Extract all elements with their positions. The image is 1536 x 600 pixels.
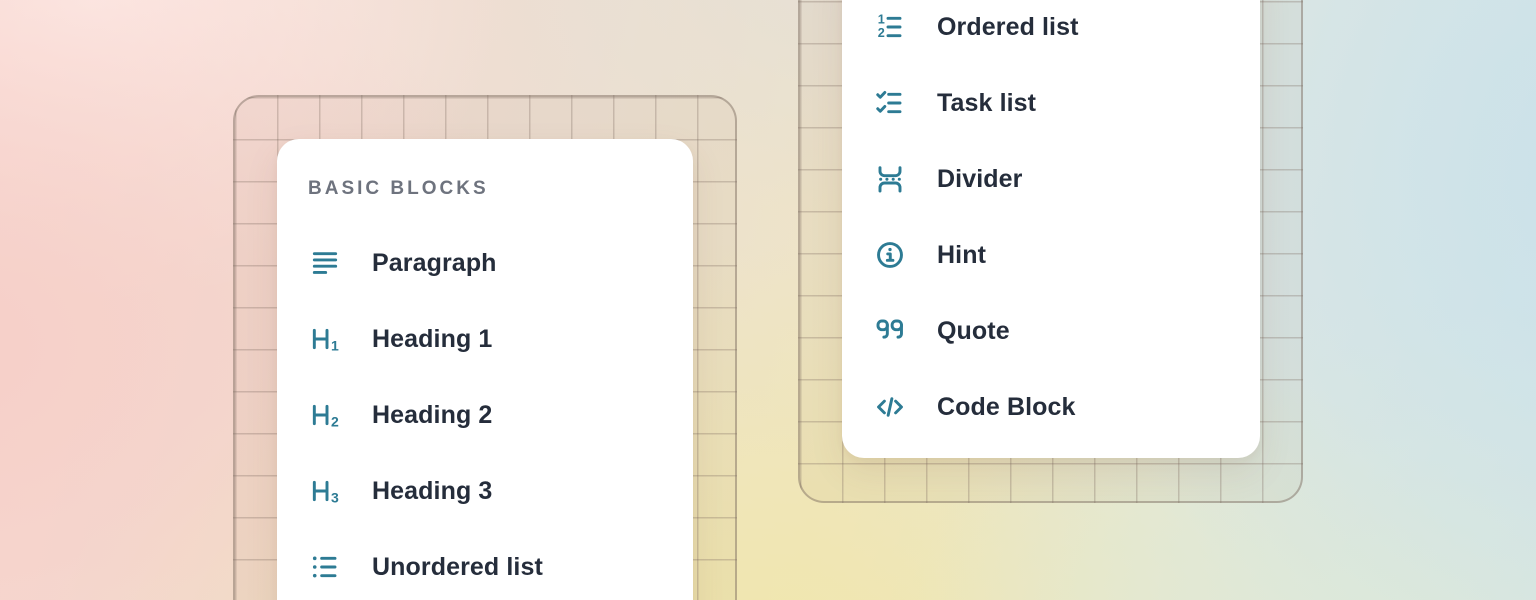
menu-right-items: 12 Ordered list Task list Divider Hint Quote C… <box>842 0 1260 445</box>
code-block-icon <box>873 391 907 423</box>
menu-item-divider[interactable]: Divider <box>842 141 1260 217</box>
menu-item-label: Task list <box>937 89 1036 118</box>
menu-item-quote[interactable]: Quote <box>842 293 1260 369</box>
section-label-basic-blocks: BASIC BLOCKS <box>308 179 693 199</box>
menu-item-unordered-list[interactable]: Unordered list <box>277 529 693 600</box>
block-menu-continued: 12 Ordered list Task list Divider Hint Quote C… <box>842 0 1260 458</box>
menu-item-label: Unordered list <box>372 553 543 582</box>
menu-item-heading-2[interactable]: 2 Heading 2 <box>277 377 693 453</box>
task-list-icon <box>873 87 907 119</box>
svg-text:1: 1 <box>331 337 339 353</box>
unordered-list-icon <box>308 551 342 583</box>
menu-item-label: Code Block <box>937 393 1076 422</box>
svg-text:2: 2 <box>878 26 885 40</box>
menu-item-label: Divider <box>937 165 1022 194</box>
heading-3-icon: 3 <box>308 475 342 507</box>
quote-icon <box>873 315 907 347</box>
menu-item-label: Ordered list <box>937 13 1079 42</box>
ordered-list-icon: 12 <box>873 11 907 43</box>
menu-item-heading-1[interactable]: 1 Heading 1 <box>277 301 693 377</box>
menu-item-hint[interactable]: Hint <box>842 217 1260 293</box>
divider-icon <box>873 163 907 195</box>
menu-item-ordered-list[interactable]: 12 Ordered list <box>842 0 1260 65</box>
menu-left-items: Paragraph 1 Heading 1 2 Heading 2 3 Heading 3 U… <box>277 225 693 600</box>
svg-text:1: 1 <box>878 12 885 26</box>
menu-item-label: Heading 3 <box>372 477 492 506</box>
hint-icon <box>873 239 907 271</box>
menu-item-label: Heading 1 <box>372 325 492 354</box>
menu-item-task-list[interactable]: Task list <box>842 65 1260 141</box>
menu-item-label: Heading 2 <box>372 401 492 430</box>
menu-item-paragraph[interactable]: Paragraph <box>277 225 693 301</box>
svg-text:2: 2 <box>331 413 339 429</box>
menu-item-label: Quote <box>937 317 1010 346</box>
menu-item-code-block[interactable]: Code Block <box>842 369 1260 445</box>
menu-item-label: Paragraph <box>372 249 497 278</box>
block-menu-basic: BASIC BLOCKS Paragraph 1 Heading 1 2 Heading… <box>277 139 693 600</box>
hero-canvas: BASIC BLOCKS Paragraph 1 Heading 1 2 Heading… <box>0 0 1536 600</box>
svg-text:3: 3 <box>331 489 339 505</box>
menu-item-label: Hint <box>937 241 986 270</box>
heading-2-icon: 2 <box>308 399 342 431</box>
paragraph-icon <box>308 247 342 279</box>
menu-item-heading-3[interactable]: 3 Heading 3 <box>277 453 693 529</box>
heading-1-icon: 1 <box>308 323 342 355</box>
